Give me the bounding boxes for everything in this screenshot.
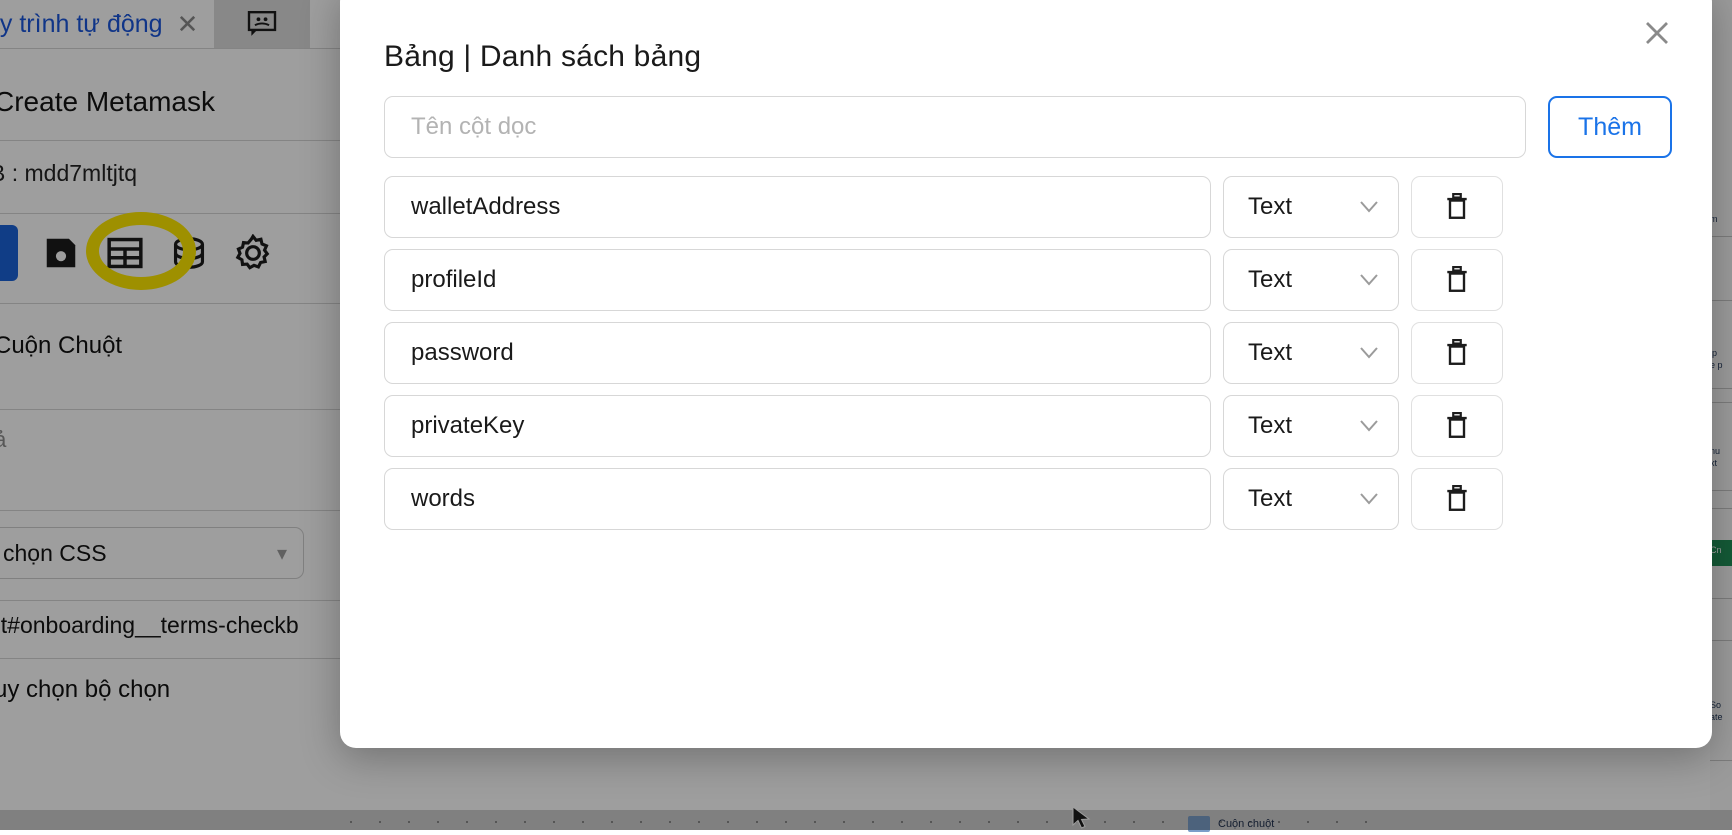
delete-column-button[interactable] bbox=[1411, 468, 1503, 530]
trash-icon bbox=[1444, 339, 1470, 367]
column-name-input[interactable] bbox=[384, 468, 1211, 530]
column-type-value: Text bbox=[1248, 266, 1292, 294]
delete-column-button[interactable] bbox=[1411, 176, 1503, 238]
column-name-input[interactable] bbox=[384, 176, 1211, 238]
delete-column-button[interactable] bbox=[1411, 322, 1503, 384]
trash-icon bbox=[1444, 412, 1470, 440]
column-type-dropdown[interactable]: Text bbox=[1223, 468, 1399, 530]
close-icon[interactable] bbox=[1634, 10, 1680, 56]
table-row: Text bbox=[384, 322, 1672, 384]
trash-icon bbox=[1444, 485, 1470, 513]
chevron-down-icon bbox=[1360, 493, 1378, 505]
chevron-down-icon bbox=[1360, 347, 1378, 359]
delete-column-button[interactable] bbox=[1411, 395, 1503, 457]
column-name-input[interactable] bbox=[384, 322, 1211, 384]
table-row: Text bbox=[384, 395, 1672, 457]
column-type-dropdown[interactable]: Text bbox=[1223, 249, 1399, 311]
trash-icon bbox=[1444, 193, 1470, 221]
delete-column-button[interactable] bbox=[1411, 249, 1503, 311]
column-type-value: Text bbox=[1248, 412, 1292, 440]
column-type-dropdown[interactable]: Text bbox=[1223, 176, 1399, 238]
column-type-value: Text bbox=[1248, 339, 1292, 367]
table-row: Text bbox=[384, 468, 1672, 530]
column-type-dropdown[interactable]: Text bbox=[1223, 322, 1399, 384]
dialog-title: Bảng | Danh sách bảng bbox=[384, 40, 701, 74]
chevron-down-icon bbox=[1360, 420, 1378, 432]
chevron-down-icon bbox=[1360, 274, 1378, 286]
column-type-value: Text bbox=[1248, 193, 1292, 221]
add-column-button[interactable]: Thêm bbox=[1548, 96, 1672, 158]
add-column-row: Thêm bbox=[384, 96, 1672, 158]
table-row: Text bbox=[384, 249, 1672, 311]
column-name-input[interactable] bbox=[384, 395, 1211, 457]
trash-icon bbox=[1444, 266, 1470, 294]
column-name-input[interactable] bbox=[384, 249, 1211, 311]
column-list: Text Text Text Text Text bbox=[384, 176, 1672, 530]
column-type-dropdown[interactable]: Text bbox=[1223, 395, 1399, 457]
new-column-name-input[interactable] bbox=[384, 96, 1526, 158]
table-row: Text bbox=[384, 176, 1672, 238]
chevron-down-icon bbox=[1360, 201, 1378, 213]
column-type-value: Text bbox=[1248, 485, 1292, 513]
table-columns-dialog: Bảng | Danh sách bảng Thêm TextTextTextT… bbox=[340, 0, 1712, 748]
